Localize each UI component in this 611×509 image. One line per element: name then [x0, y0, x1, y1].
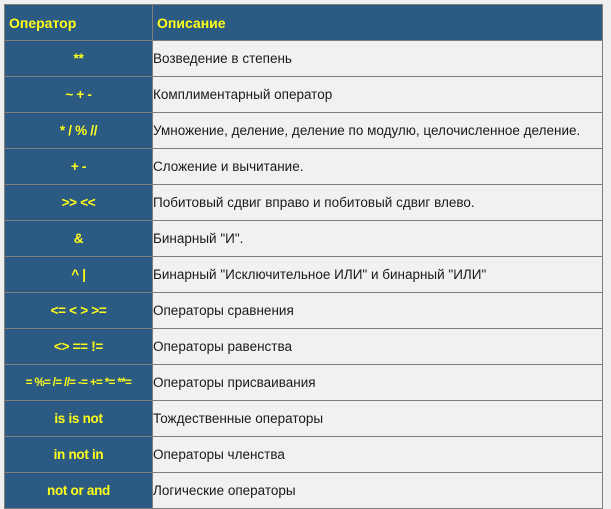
description-cell: Операторы членства	[152, 436, 603, 473]
operator-cell: ~ + -	[4, 76, 153, 113]
table-row: is is not Тождественные операторы	[4, 400, 603, 437]
table-header-row: Оператор Описание	[4, 4, 603, 41]
table-row: ~ + - Комплиментарный оператор	[4, 76, 603, 113]
description-cell: Тождественные операторы	[152, 400, 603, 437]
table-row: = %= /= //= -= += *= **= Операторы присв…	[4, 364, 603, 401]
table-row: + - Сложение и вычитание.	[4, 148, 603, 185]
description-cell: Операторы присваивания	[152, 364, 603, 401]
operator-cell: not or and	[4, 472, 153, 509]
table-row: ^ | Бинарный "Исключительное ИЛИ" и бина…	[4, 256, 603, 293]
description-cell: Комплиментарный оператор	[152, 76, 603, 113]
header-description: Описание	[152, 4, 603, 41]
table-row: ** Возведение в степень	[4, 40, 603, 77]
description-cell: Бинарный "Исключительное ИЛИ" и бинарный…	[152, 256, 603, 293]
description-cell: Умножение, деление, деление по модулю, ц…	[152, 112, 603, 149]
description-cell: Операторы сравнения	[152, 292, 603, 329]
table-row: <> == != Операторы равенства	[4, 328, 603, 365]
table-row: & Бинарный "И".	[4, 220, 603, 257]
operators-table-wrapper: Оператор Описание ** Возведение в степен…	[4, 4, 603, 509]
operator-cell: ^ |	[4, 256, 153, 293]
description-cell: Побитовый сдвиг вправо и побитовый сдвиг…	[152, 184, 603, 221]
table-row: * / % // Умножение, деление, деление по …	[4, 112, 603, 149]
operator-cell: &	[4, 220, 153, 257]
operators-table: Оператор Описание ** Возведение в степен…	[4, 4, 603, 509]
operator-cell: <= < > >=	[4, 292, 153, 329]
operator-cell: = %= /= //= -= += *= **=	[4, 364, 153, 401]
operator-cell: is is not	[4, 400, 153, 437]
operator-cell: **	[4, 40, 153, 77]
description-cell: Возведение в степень	[152, 40, 603, 77]
description-cell: Сложение и вычитание.	[152, 148, 603, 185]
operator-cell: * / % //	[4, 112, 153, 149]
operator-cell: >> <<	[4, 184, 153, 221]
table-row: not or and Логические операторы	[4, 472, 603, 509]
table-row: <= < > >= Операторы сравнения	[4, 292, 603, 329]
description-cell: Логические операторы	[152, 472, 603, 509]
description-cell: Бинарный "И".	[152, 220, 603, 257]
operator-cell: <> == !=	[4, 328, 153, 365]
header-operator: Оператор	[4, 4, 153, 41]
description-cell: Операторы равенства	[152, 328, 603, 365]
operator-cell: in not in	[4, 436, 153, 473]
operator-cell: + -	[4, 148, 153, 185]
table-row: >> << Побитовый сдвиг вправо и побитовый…	[4, 184, 603, 221]
table-row: in not in Операторы членства	[4, 436, 603, 473]
